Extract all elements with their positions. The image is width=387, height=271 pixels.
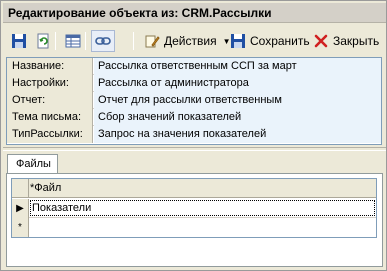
row-pointer-icon: ▶ [12,199,29,218]
new-row[interactable]: * [12,218,376,237]
table-icon [65,33,81,49]
pencil-edit-icon [144,33,160,49]
field-row-subject: Тема письма: Сбор значений показателей [7,109,381,126]
field-label: Тема письма: [7,109,93,126]
object-properties-form: Название: Рассылка ответственным ССП за … [6,57,382,145]
document-refresh-icon [35,33,51,49]
grid-header: *Файл [12,179,376,198]
title-bar: Редактирование объекта из: CRM.Рассылки [3,3,386,23]
window-title: Редактирование объекта из: CRM.Рассылки [8,6,272,20]
toolbar: Действия ▼ Сохранить Закрыть [3,26,386,56]
column-header-file[interactable]: *Файл [30,182,61,194]
save-button[interactable]: Сохранить [226,30,314,52]
row-selector-header [12,179,29,198]
toolbar-separator [85,32,86,50]
field-row-settings: Настройки: Рассылка от администратора [7,75,381,92]
close-icon [313,33,329,49]
actions-label: Действия [164,34,217,48]
field-label: Отчет: [7,92,93,109]
field-row-report: Отчет: Отчет для рассылки ответственным [7,92,381,109]
files-grid: *Файл ▶ Показатели * [11,178,377,238]
toolbar-separator [133,32,134,50]
settings-field[interactable]: Рассылка от администратора [94,75,381,92]
files-tab-panel: *Файл ▶ Показатели * [6,173,383,267]
new-row-marker: * [12,218,29,237]
link-button[interactable] [91,30,115,52]
save-label: Сохранить [250,34,310,48]
table-view-button[interactable] [61,30,85,52]
subject-field[interactable]: Сбор значений показателей [94,109,381,126]
file-cell[interactable]: Показатели [32,202,91,214]
actions-dropdown-button[interactable]: Действия ▼ [140,30,235,52]
field-label: Название: [7,58,93,75]
report-field[interactable]: Отчет для рассылки ответственным [94,92,381,109]
close-label: Закрыть [333,34,380,48]
chain-link-icon [95,33,111,49]
mailing-type-field[interactable]: Запрос на значения показателей [94,126,381,143]
field-label: Настройки: [7,75,93,92]
refresh-button[interactable] [31,30,55,52]
field-label: ТипРассылки: [7,126,93,143]
floppy-disk-icon [230,33,246,49]
save-icon-button[interactable] [7,30,31,52]
tab-strip: Файлы [7,154,383,174]
field-row-name: Название: Рассылка ответственным ССП за … [7,58,381,75]
edit-object-window: Редактирование объекта из: CRM.Рассылки [0,0,387,271]
toolbar-separator [55,32,56,50]
name-field[interactable]: Рассылка ответственным ССП за март [94,58,381,75]
close-button[interactable]: Закрыть [309,30,383,52]
panel-splitter[interactable] [3,147,386,151]
floppy-disk-icon [11,33,27,49]
table-row[interactable]: ▶ Показатели [12,199,376,218]
tab-files[interactable]: Файлы [7,154,58,174]
field-row-mailing-type: ТипРассылки: Запрос на значения показате… [7,126,381,143]
